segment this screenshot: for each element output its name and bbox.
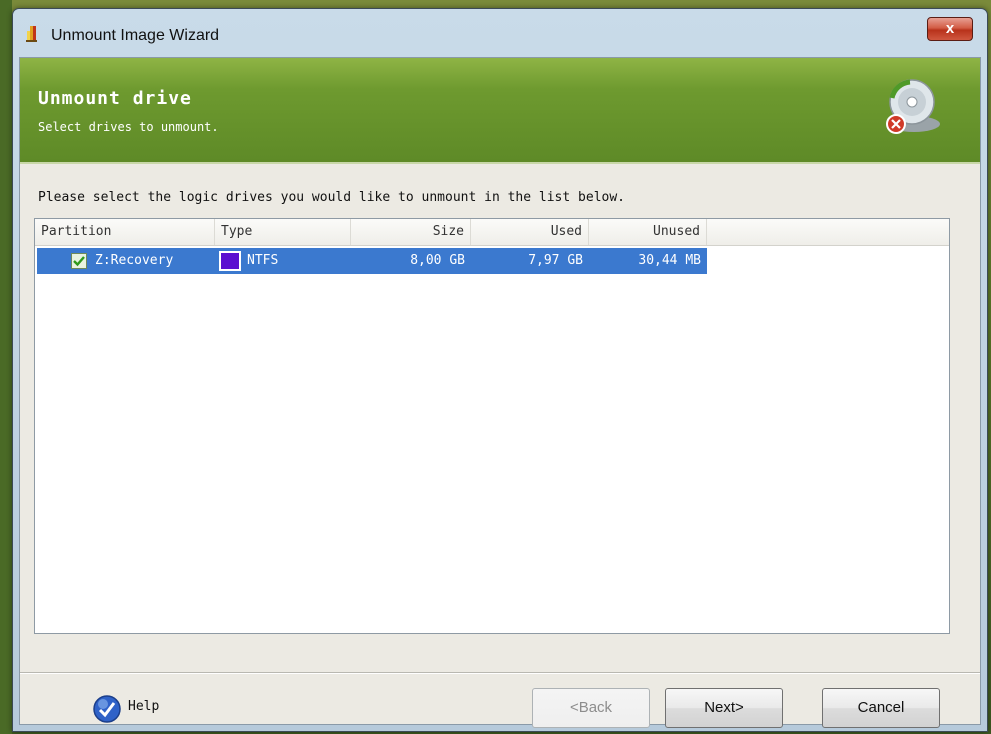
wizard-client-area: Unmount drive Select drives to unmount. …: [19, 57, 981, 728]
checkbox-icon: [73, 256, 85, 267]
cell-unused: 30,44 MB: [638, 253, 701, 268]
wizard-icon: [26, 26, 37, 42]
header-subtitle: Select drives to unmount.: [38, 120, 219, 134]
cell-size: 8,00 GB: [410, 253, 465, 268]
drive-list[interactable]: Partition Type Size Used Unused Z:Recove…: [34, 218, 950, 634]
close-button[interactable]: x: [927, 17, 973, 41]
table-row[interactable]: Z:Recovery NTFS 8,00 GB 7,97 GB 30,44 MB: [37, 248, 707, 274]
cell-partition: Z:Recovery: [95, 253, 174, 268]
instruction-text: Please select the logic drives you would…: [38, 190, 625, 205]
help-icon[interactable]: [92, 694, 122, 724]
column-size[interactable]: Size: [351, 219, 471, 245]
type-color-swatch: [219, 251, 241, 271]
column-type[interactable]: Type: [215, 219, 351, 245]
column-partition[interactable]: Partition: [35, 219, 215, 245]
column-unused[interactable]: Unused: [589, 219, 707, 245]
footer-divider: [20, 672, 980, 674]
back-button[interactable]: <Back: [532, 688, 650, 728]
title-bar[interactable]: Unmount Image Wizard x: [13, 9, 987, 59]
next-button[interactable]: Next>: [665, 688, 783, 728]
desktop-background: [0, 0, 12, 734]
wizard-window: Unmount Image Wizard x Unmount drive Sel…: [12, 8, 988, 732]
cell-used: 7,97 GB: [528, 253, 583, 268]
window-title: Unmount Image Wizard: [51, 27, 220, 44]
header-title: Unmount drive: [38, 88, 192, 109]
column-used[interactable]: Used: [471, 219, 589, 245]
list-header: Partition Type Size Used Unused: [35, 219, 949, 246]
row-checkbox[interactable]: [71, 253, 87, 269]
cell-type: NTFS: [247, 253, 279, 268]
wizard-header: Unmount drive Select drives to unmount.: [20, 58, 980, 164]
help-label[interactable]: Help: [128, 699, 159, 714]
cancel-button[interactable]: Cancel: [822, 688, 940, 728]
disc-unmount-icon: [886, 79, 940, 134]
